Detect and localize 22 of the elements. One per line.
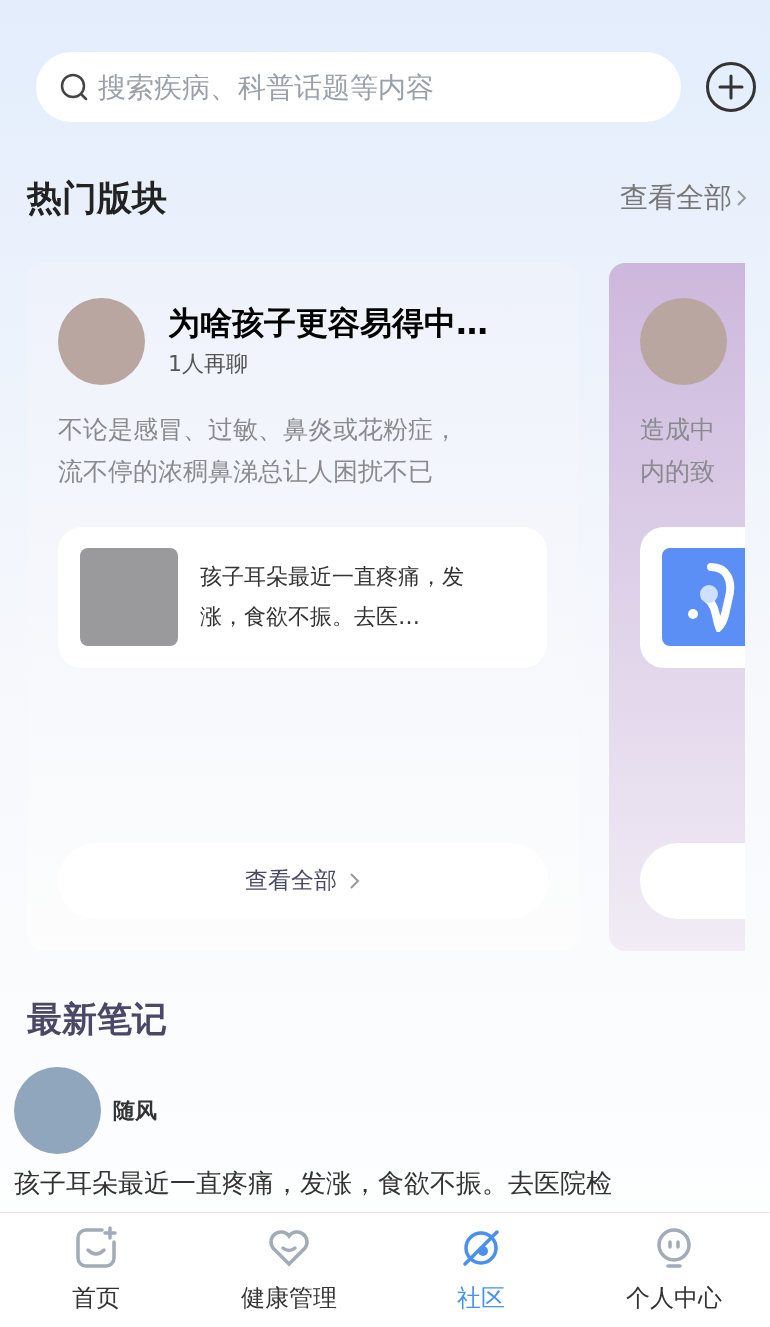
section-title: 热门版块	[27, 177, 167, 220]
author-name: 随风	[113, 1097, 157, 1125]
post-excerpt: 孩子耳朵最近一直疼痛，发涨，食欲不振。去医…	[200, 563, 465, 631]
add-button[interactable]	[706, 62, 756, 112]
note-text: 孩子耳朵最近一直疼痛，发涨，食欲不振。去医院检	[14, 1167, 613, 1200]
board-title: 为啥孩子更容易得中…	[168, 302, 488, 343]
section-title: 最新笔记	[27, 997, 168, 1041]
post-preview-card[interactable]: 孩子耳朵最近一直疼痛，发涨，食欲不振。去医…	[58, 526, 547, 668]
search-field[interactable]: 搜索疾病、科普话题等内容	[36, 52, 681, 122]
view-all-link[interactable]: 查看全部	[620, 177, 748, 220]
plus-icon	[718, 74, 744, 100]
tab-bar-item[interactable]: 健康管理	[192, 1213, 385, 1327]
participant-count: 1人再聊	[168, 349, 249, 378]
ear-logo-icon	[662, 548, 745, 646]
board-description: 造成中 内的致	[640, 413, 716, 488]
post-preview-card[interactable]	[640, 526, 745, 668]
search-icon	[58, 71, 90, 103]
tab-bar-item[interactable]: 首页	[0, 1213, 193, 1327]
tab-bar-item[interactable]: 个人中心	[577, 1213, 770, 1327]
chevron-right-icon	[349, 870, 361, 891]
board-description: 不论是感冒、过敏、鼻炎或花粉症， 流不停的浓稠鼻涕总让人困扰不已	[58, 413, 459, 488]
board-card[interactable]: 为啥孩子更容易得中… 1人再聊 不论是感冒、过敏、鼻炎或花粉症， 流不停的浓稠鼻涕总让人困扰不已 孩子耳朵最近一直疼痛，发涨，食欲不振。去医… 查看全部	[27, 262, 578, 951]
